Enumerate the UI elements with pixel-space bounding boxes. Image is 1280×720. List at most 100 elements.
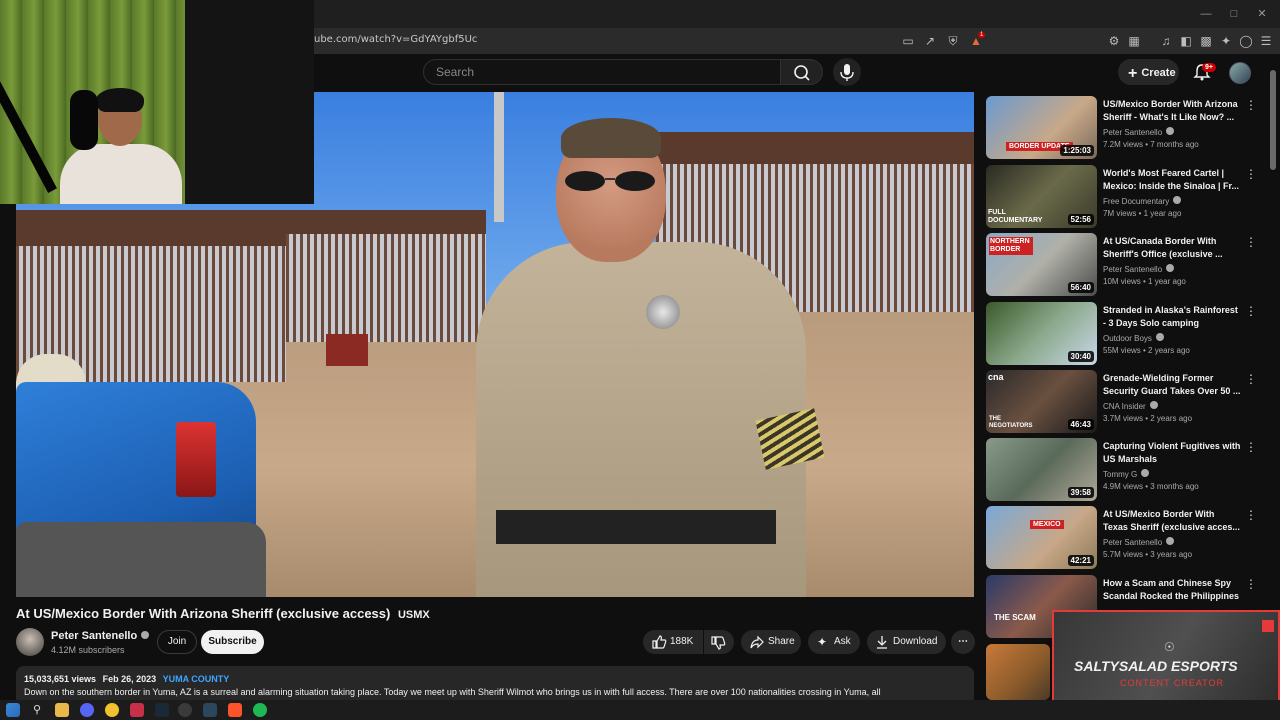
extensions-icon[interactable]: ⚙ <box>1106 33 1122 49</box>
recommendation-title[interactable]: Grenade-Wielding Former Security Guard T… <box>1103 372 1241 398</box>
url-field[interactable]: ube.com/watch?v=GdYAYgbf5Uc <box>314 34 477 45</box>
recommendation-title[interactable]: At US/Mexico Border With Texas Sheriff (… <box>1103 508 1241 534</box>
verified-icon <box>1166 264 1175 272</box>
like-button[interactable]: 188K <box>643 630 703 654</box>
share-button[interactable]: Share <box>741 630 801 654</box>
recommendation-item[interactable]: MEXICO 42:21 At US/Mexico Border With Te… <box>986 506 1257 572</box>
voice-search-button[interactable] <box>833 58 861 86</box>
user-avatar[interactable] <box>1229 62 1251 84</box>
cast-icon[interactable]: ▭ <box>900 33 916 49</box>
recommendation-item[interactable]: 39:58 Capturing Violent Fugitives with U… <box>986 438 1257 504</box>
obs-icon[interactable] <box>178 703 192 717</box>
screen: — □ ✕ ube.com/watch?v=GdYAYgbf5Uc ▭ ↗ ⛨ … <box>0 0 1280 720</box>
recommendation-channel-text: Peter Santenello <box>1103 538 1163 547</box>
ai-icon[interactable]: ✦ <box>1218 33 1234 49</box>
overlay-role: CONTENT CREATOR <box>1120 678 1225 688</box>
app-icon[interactable] <box>130 703 144 717</box>
recommendation-item[interactable]: 30:40 Stranded in Alaska's Rainforest - … <box>986 302 1257 368</box>
maximize-icon[interactable]: □ <box>1224 4 1244 24</box>
search-button[interactable] <box>780 59 823 85</box>
recommendation-title[interactable]: Stranded in Alaska's Rainforest - 3 Days… <box>1103 304 1241 330</box>
recommendation-channel[interactable]: Tommy G <box>1103 469 1150 479</box>
channel-avatar[interactable] <box>16 628 44 656</box>
search-taskbar-icon[interactable]: ⚲ <box>30 703 44 717</box>
share-page-icon[interactable]: ↗ <box>922 33 938 49</box>
video-duration: 39:58 <box>1067 487 1094 498</box>
dark-background <box>185 0 314 204</box>
video-thumbnail[interactable]: 39:58 <box>986 438 1097 501</box>
search-placeholder: Search <box>436 65 475 79</box>
more-options-icon[interactable]: ⋮ <box>1245 508 1257 522</box>
recommendation-title[interactable]: How a Scam and Chinese Spy Scandal Rocke… <box>1103 577 1241 603</box>
shield-icon[interactable]: ⛨ <box>945 33 961 49</box>
create-button[interactable]: + Create <box>1118 59 1179 85</box>
recommendation-item[interactable]: BORDER UPDATE 1:25:03 US/Mexico Border W… <box>986 96 1257 162</box>
more-actions-icon[interactable]: ⋯ <box>951 630 975 654</box>
tabs-icon[interactable]: ▩ <box>1198 33 1214 49</box>
search-input[interactable]: Search <box>423 59 781 85</box>
steam-client-icon[interactable] <box>203 703 217 717</box>
video-thumbnail[interactable] <box>986 644 1050 700</box>
streamer-webcam <box>0 0 314 204</box>
video-thumbnail[interactable]: MEXICO 42:21 <box>986 506 1097 569</box>
recommendation-channel[interactable]: CNA Insider <box>1103 401 1158 411</box>
subscriber-count: 4.12M subscribers <box>51 645 125 655</box>
close-icon[interactable]: ✕ <box>1252 4 1272 24</box>
recommendation-item[interactable]: cna THE NEGOTIATORS 46:43 Grenade-Wieldi… <box>986 370 1257 436</box>
recommendation-channel[interactable]: Free Documentary <box>1103 196 1182 206</box>
channel-name[interactable]: Peter Santenello <box>51 630 150 642</box>
join-button[interactable]: Join <box>157 630 197 654</box>
download-button[interactable]: Download <box>867 630 946 654</box>
video-title-text: At US/Mexico Border With Arizona Sheriff… <box>16 606 391 621</box>
video-thumbnail[interactable]: FULL DOCUMENTARY 52:56 <box>986 165 1097 228</box>
sidebar-icon[interactable]: ◧ <box>1178 33 1194 49</box>
video-thumbnail[interactable]: cna THE NEGOTIATORS 46:43 <box>986 370 1097 433</box>
steam-icon[interactable] <box>155 703 169 717</box>
recommendation-item[interactable]: NORTHERN BORDER 56:40 At US/Canada Borde… <box>986 233 1257 299</box>
spotify-icon[interactable] <box>253 703 267 717</box>
recommendation-channel[interactable]: Peter Santenello <box>1103 537 1175 547</box>
recommendation-meta: 55M views • 2 years ago <box>1103 346 1190 355</box>
thumbnail-text: FULL DOCUMENTARY <box>988 209 1043 224</box>
video-thumbnail[interactable]: BORDER UPDATE 1:25:03 <box>986 96 1097 159</box>
recommendation-item[interactable]: FULL DOCUMENTARY 52:56 World's Most Fear… <box>986 165 1257 231</box>
recommendation-channel[interactable]: Outdoor Boys <box>1103 333 1164 343</box>
verified-icon <box>1141 469 1150 477</box>
truck-bumper <box>16 522 266 597</box>
more-options-icon[interactable]: ⋮ <box>1245 577 1257 591</box>
more-options-icon[interactable]: ⋮ <box>1245 98 1257 112</box>
video-thumbnail[interactable]: 30:40 <box>986 302 1097 365</box>
menu-icon[interactable]: ☰ <box>1258 33 1274 49</box>
chrome-icon[interactable] <box>105 703 119 717</box>
discord-icon[interactable] <box>80 703 94 717</box>
minimize-icon[interactable]: — <box>1196 4 1216 24</box>
more-options-icon[interactable]: ⋮ <box>1245 304 1257 318</box>
music-icon[interactable]: ♫ <box>1158 33 1174 49</box>
recommendation-channel[interactable]: Peter Santenello <box>1103 264 1175 274</box>
wallet-icon[interactable]: ▦ <box>1126 33 1142 49</box>
recommendation-channel[interactable]: Peter Santenello <box>1103 127 1175 137</box>
sidebar-scrollbar[interactable] <box>1270 70 1276 170</box>
recommendation-channel-text: Outdoor Boys <box>1103 334 1152 343</box>
more-options-icon[interactable]: ⋮ <box>1245 235 1257 249</box>
more-options-icon[interactable]: ⋮ <box>1245 372 1257 386</box>
video-thumbnail[interactable]: NORTHERN BORDER 56:40 <box>986 233 1097 296</box>
dislike-button[interactable] <box>704 630 734 654</box>
recommendation-title[interactable]: At US/Canada Border With Sheriff's Offic… <box>1103 235 1241 261</box>
more-options-icon[interactable]: ⋮ <box>1245 167 1257 181</box>
brave-icon[interactable] <box>228 703 242 717</box>
file-explorer-icon[interactable] <box>55 703 69 717</box>
cna-logo: cna <box>988 372 1004 382</box>
location-tag[interactable]: YUMA COUNTY <box>163 674 230 684</box>
more-options-icon[interactable]: ⋮ <box>1245 440 1257 454</box>
thumbnail-text: MEXICO <box>1030 520 1064 529</box>
windows-start-icon[interactable] <box>6 703 20 717</box>
video-duration: 1:25:03 <box>1060 145 1094 156</box>
streamer-hair <box>96 88 144 112</box>
vpn-icon[interactable]: ◯ <box>1238 33 1254 49</box>
ask-button[interactable]: ✦ Ask <box>808 630 860 654</box>
recommendation-title[interactable]: World's Most Feared Cartel | Mexico: Ins… <box>1103 167 1241 193</box>
recommendation-title[interactable]: US/Mexico Border With Arizona Sheriff - … <box>1103 98 1241 124</box>
subscribe-button[interactable]: Subscribe <box>201 630 264 654</box>
recommendation-title[interactable]: Capturing Violent Fugitives with US Mars… <box>1103 440 1241 466</box>
